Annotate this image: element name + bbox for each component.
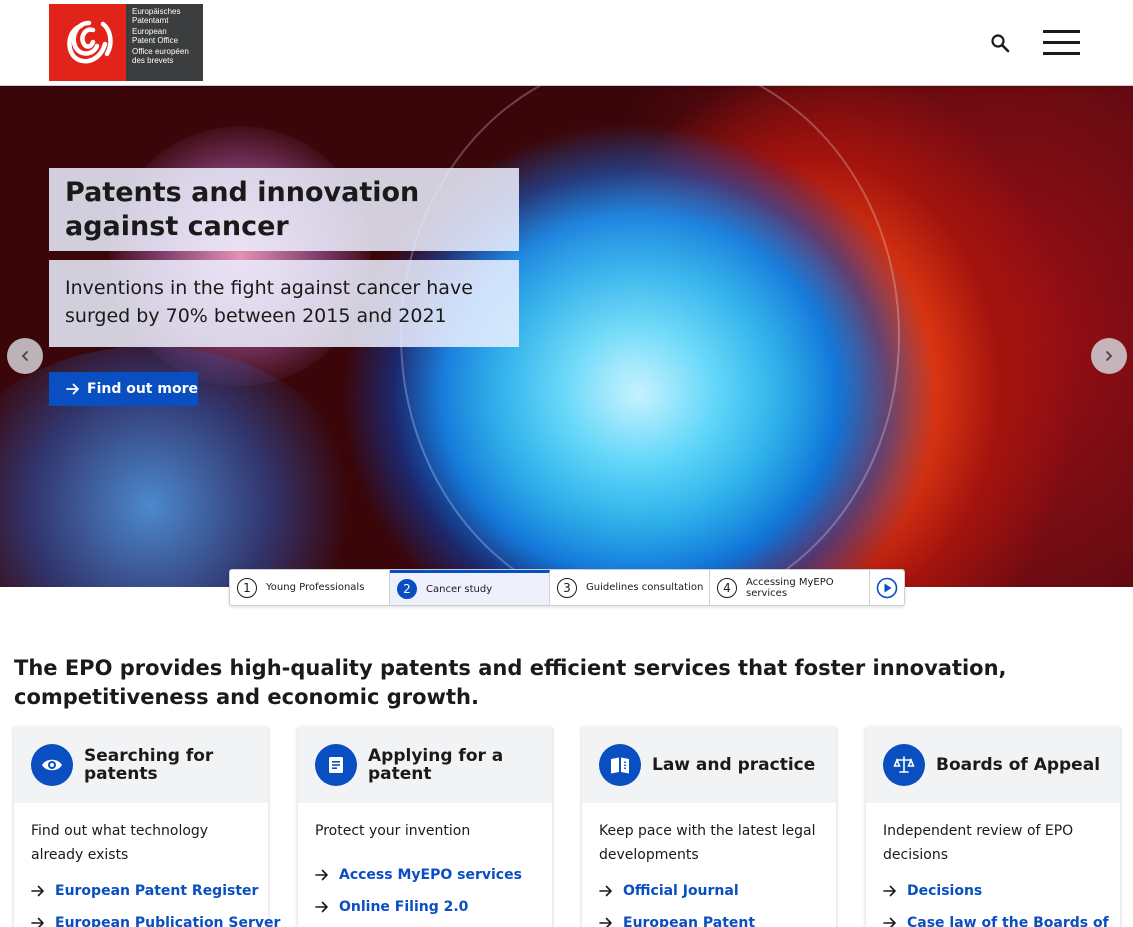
slide-label: Guidelines consultation: [586, 582, 704, 593]
carousel-play-button[interactable]: [870, 570, 904, 605]
card-links: European Patent Register European Public…: [14, 875, 280, 927]
link-european-publication-server[interactable]: European Publication Server: [31, 907, 280, 927]
link-european-patent-register[interactable]: European Patent Register: [31, 875, 268, 907]
play-icon: [876, 577, 898, 598]
hero-subtitle-box: Inventions in the fight against cancer h…: [49, 260, 519, 347]
card-header[interactable]: Boards of Appeal: [866, 727, 1120, 803]
search-button[interactable]: [988, 31, 1012, 55]
card-boards-of-appeal: Boards of Appeal Independent review of E…: [866, 727, 1120, 927]
scales-icon: [883, 744, 925, 786]
card-links: Decisions Case law of the Boards of: [866, 875, 1120, 927]
card-law-and-practice: Law and practice Keep pace with the late…: [582, 727, 836, 927]
hero-carousel: Patents and innovation against cancer In…: [0, 86, 1133, 587]
epo-logo[interactable]: Europäisches Patentamt European Patent O…: [49, 4, 203, 81]
chevron-left-icon: [21, 351, 28, 361]
link-official-journal[interactable]: Official Journal: [599, 875, 836, 907]
slide-label: Cancer study: [426, 583, 493, 595]
search-icon: [991, 34, 1010, 53]
link-access-myepo-services[interactable]: Access MyEPO services: [315, 859, 552, 891]
slide-number: 2: [397, 579, 417, 599]
hero-subtitle: Inventions in the fight against cancer h…: [65, 277, 473, 327]
hero-title-box: Patents and innovation against cancer: [49, 168, 519, 251]
carousel-next-button[interactable]: [1091, 338, 1127, 374]
epo-logo-text: Europäisches Patentamt European Patent O…: [126, 4, 203, 81]
open-book-icon: [599, 744, 641, 786]
card-title: Law and practice: [652, 755, 816, 775]
card-header[interactable]: Law and practice: [582, 727, 836, 803]
arrow-right-icon: [66, 383, 79, 395]
link-online-filing[interactable]: Online Filing 2.0: [315, 891, 552, 923]
slide-number: 3: [557, 577, 577, 598]
card-title: Applying for a patent: [368, 746, 504, 784]
card-applying-for-a-patent: Applying for a patent Protect your inven…: [298, 727, 552, 927]
document-icon: [315, 744, 357, 786]
intro-statement: The EPO provides high-quality patents an…: [14, 656, 1007, 709]
card-header[interactable]: Searching for patents: [14, 727, 268, 803]
hero-title: Patents and innovation against cancer: [65, 177, 420, 242]
card-title: Boards of Appeal: [936, 755, 1101, 775]
card-description: Protect your invention: [315, 823, 471, 839]
arrow-right-icon: [315, 869, 328, 881]
eye-icon: [31, 744, 73, 786]
card-description: Keep pace with the latest legal developm…: [599, 823, 816, 863]
link-case-law-boards-of-appeal[interactable]: Case law of the Boards of: [883, 907, 1120, 927]
slide-tab-accessing-myepo[interactable]: 4 Accessing MyEPO services: [710, 570, 870, 605]
carousel-prev-button[interactable]: [7, 338, 43, 374]
card-title: Searching for patents: [84, 746, 214, 784]
card-links: Official Journal European Patent: [582, 875, 836, 927]
card-header[interactable]: Applying for a patent: [298, 727, 552, 803]
card-description: Independent review of EPO decisions: [883, 823, 1074, 863]
link-decisions[interactable]: Decisions: [883, 875, 1120, 907]
arrow-right-icon: [883, 917, 896, 927]
arrow-right-icon: [31, 885, 44, 897]
arrow-right-icon: [315, 901, 328, 913]
slide-number: 4: [717, 577, 737, 598]
slide-label: Young Professionals: [266, 582, 365, 593]
arrow-right-icon: [599, 885, 612, 897]
carousel-slide-tabs: 1 Young Professionals 2 Cancer study 3 G…: [229, 569, 905, 606]
arrow-right-icon: [883, 885, 896, 897]
slide-tab-guidelines-consultation[interactable]: 3 Guidelines consultation: [550, 570, 710, 605]
hamburger-menu-icon[interactable]: [1043, 30, 1080, 56]
site-header: Europäisches Patentamt European Patent O…: [0, 0, 1133, 86]
card-description: Find out what technology already exists: [31, 823, 209, 863]
slide-tab-young-professionals[interactable]: 1 Young Professionals: [230, 570, 390, 605]
arrow-right-icon: [31, 917, 44, 927]
slide-number: 1: [237, 577, 257, 598]
find-out-more-button[interactable]: Find out more: [49, 372, 198, 406]
link-european-patent[interactable]: European Patent: [599, 907, 836, 927]
card-searching-for-patents: Searching for patents Find out what tech…: [14, 727, 280, 927]
card-links: Access MyEPO services Online Filing 2.0: [298, 859, 552, 923]
epo-logo-mark-icon: [49, 4, 126, 81]
slide-label: Accessing MyEPO services: [746, 576, 834, 599]
arrow-right-icon: [599, 917, 612, 927]
slide-tab-cancer-study[interactable]: 2 Cancer study: [390, 570, 550, 605]
chevron-right-icon: [1106, 351, 1113, 361]
find-out-more-label: Find out more: [87, 381, 198, 397]
